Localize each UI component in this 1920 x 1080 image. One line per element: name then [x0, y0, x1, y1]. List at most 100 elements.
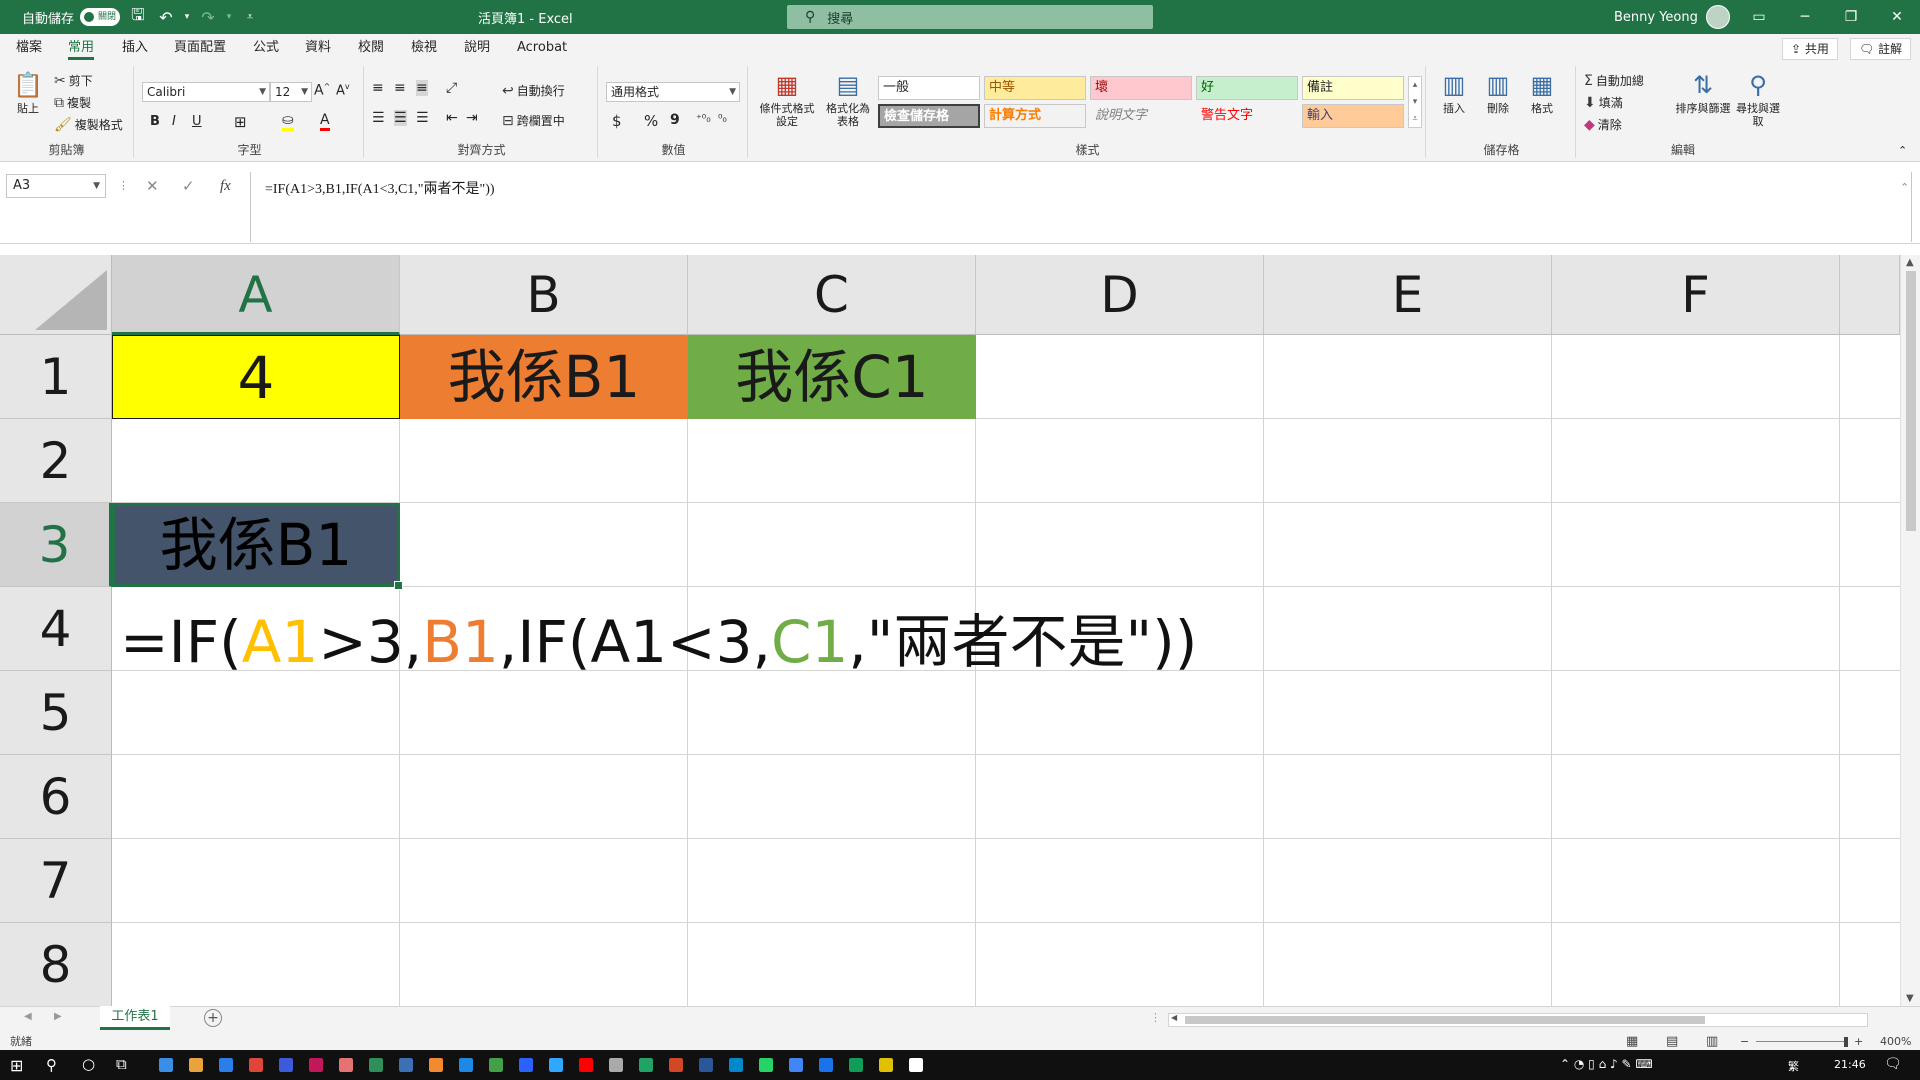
taskbar-search-icon[interactable]: ⚲ [46, 1056, 57, 1074]
windows-start-icon[interactable]: ⊞ [10, 1056, 23, 1075]
cell-b1[interactable]: 我係B1 [400, 335, 688, 419]
tab-acrobat[interactable]: Acrobat [517, 34, 567, 62]
style-neutral[interactable]: 中等 [984, 76, 1086, 100]
taskbar-app-icon[interactable] [789, 1058, 803, 1072]
taskbar-app-icon[interactable] [189, 1058, 203, 1072]
cut-button[interactable]: ✂ 剪下 [54, 72, 93, 89]
scroll-down-icon[interactable]: ▼ [1906, 993, 1914, 1004]
autosave-toggle[interactable]: 關閉 [80, 8, 121, 26]
borders-icon[interactable]: ⊞ [234, 113, 247, 131]
tab-data[interactable]: 資料 [305, 34, 331, 62]
cell-a1[interactable]: 4 [112, 335, 400, 419]
minimize-icon[interactable]: ─ [1782, 0, 1828, 34]
align-middle-icon[interactable]: ≡ [394, 80, 406, 96]
align-center-icon[interactable]: ☰ [394, 110, 407, 126]
increase-indent-icon[interactable]: ⇥ [466, 110, 478, 126]
tab-file[interactable]: 檔案 [16, 34, 42, 62]
tab-insert[interactable]: 插入 [122, 34, 148, 62]
add-sheet-button[interactable]: + [204, 1009, 222, 1027]
zoom-in-icon[interactable]: + [1854, 1034, 1863, 1050]
style-input[interactable]: 輸入 [1302, 104, 1404, 128]
column-header-e[interactable]: E [1264, 255, 1552, 335]
bold-button[interactable]: B [150, 114, 160, 129]
taskbar-app-icon[interactable] [369, 1058, 383, 1072]
tab-view[interactable]: 檢視 [411, 34, 437, 62]
format-painter-button[interactable]: 🖌 複製格式 [54, 116, 123, 133]
currency-button[interactable]: $ [612, 112, 622, 130]
format-cells-button[interactable]: ▦ 格式 [1522, 70, 1562, 115]
fill-handle[interactable] [394, 581, 403, 590]
taskbar-app-icon[interactable] [309, 1058, 323, 1072]
taskbar-app-icon[interactable] [429, 1058, 443, 1072]
style-warning[interactable]: 警告文字 [1196, 104, 1298, 128]
taskbar-app-icon[interactable] [729, 1058, 743, 1072]
row-header-7[interactable]: 7 [0, 839, 112, 923]
scroll-left-icon[interactable]: ◀ [1171, 1013, 1177, 1022]
delete-cells-button[interactable]: ▥ 刪除 [1478, 70, 1518, 115]
column-header-a[interactable]: A [112, 255, 400, 335]
tab-help[interactable]: 說明 [464, 34, 490, 62]
decrease-decimal-icon[interactable]: ⁰₀ [718, 112, 727, 125]
taskbar-app-icon[interactable] [909, 1058, 923, 1072]
zoom-level[interactable]: 400% [1880, 1034, 1911, 1050]
ime-indicator[interactable]: 繁 [1788, 1058, 1799, 1074]
search-box[interactable]: ⚲ 搜尋 [787, 5, 1153, 29]
restore-icon[interactable]: ❐ [1828, 0, 1874, 34]
row-header-5[interactable]: 5 [0, 671, 112, 755]
italic-button[interactable]: I [172, 114, 176, 129]
autosave[interactable]: 自動儲存 關閉 [22, 0, 121, 34]
column-header-partial[interactable] [1840, 255, 1900, 335]
taskbar-app-icon[interactable] [609, 1058, 623, 1072]
taskbar-app-icon[interactable] [759, 1058, 773, 1072]
normal-view-icon[interactable]: ▦ [1626, 1034, 1638, 1050]
user-name[interactable]: Benny Yeong [1614, 10, 1698, 25]
taskbar-app-icon[interactable] [669, 1058, 683, 1072]
align-right-icon[interactable]: ☰ [416, 110, 429, 126]
taskbar-app-icon[interactable] [579, 1058, 593, 1072]
increase-decimal-icon[interactable]: ⁺⁰₀ [696, 112, 711, 125]
select-all-button[interactable] [0, 255, 112, 335]
enter-icon[interactable]: ✓ [182, 174, 195, 198]
customize-toolbar-icon[interactable]: ⩡ [236, 0, 264, 34]
taskbar-app-icon[interactable] [639, 1058, 653, 1072]
cortana-icon[interactable]: ○ [82, 1055, 95, 1073]
font-size-combo[interactable]: 12 ▼ [270, 82, 312, 102]
collapse-ribbon-icon[interactable]: ⌃ [1898, 144, 1907, 157]
row-header-8[interactable]: 8 [0, 923, 112, 1007]
font-color-icon[interactable]: A [320, 112, 330, 131]
taskbar-app-icon[interactable] [339, 1058, 353, 1072]
percent-button[interactable]: % [644, 112, 658, 130]
orientation-icon[interactable]: ⤢ [446, 80, 457, 96]
vertical-scrollbar[interactable]: ▲ ▼ [1900, 255, 1920, 1006]
clock[interactable]: 21:46 [1834, 1058, 1866, 1071]
taskbar-app-icon[interactable] [549, 1058, 563, 1072]
notification-icon[interactable]: 🗨 [1884, 1056, 1902, 1072]
row-header-2[interactable]: 2 [0, 419, 112, 503]
undo-icon[interactable]: ↶ [152, 0, 180, 34]
comma-button[interactable]: 9 [670, 112, 680, 128]
taskbar-app-icon[interactable] [699, 1058, 713, 1072]
column-header-b[interactable]: B [400, 255, 688, 335]
formula-input[interactable]: =IF(A1>3,B1,IF(A1<3,C1,"兩者不是")) [250, 172, 1912, 242]
number-format-combo[interactable]: 通用格式 ▼ [606, 82, 740, 102]
underline-button[interactable]: U [192, 114, 202, 129]
style-check-cell[interactable]: 檢查儲存格 [878, 104, 980, 128]
fill-button[interactable]: ⬇ 填滿 [1584, 94, 1623, 111]
tab-review[interactable]: 校閱 [358, 34, 384, 62]
column-header-c[interactable]: C [688, 255, 976, 335]
taskbar-app-icon[interactable] [279, 1058, 293, 1072]
close-icon[interactable]: ✕ [1874, 0, 1920, 34]
wrap-text-button[interactable]: ↩ 自動換行 [502, 82, 565, 99]
zoom-slider[interactable] [1756, 1041, 1848, 1042]
page-layout-icon[interactable]: ▤ [1666, 1034, 1678, 1050]
zoom-slider-thumb[interactable] [1844, 1037, 1848, 1047]
avatar[interactable] [1705, 5, 1730, 29]
styles-scroll-icon[interactable]: ▴ ▾ ⩡ [1408, 76, 1422, 128]
format-as-table-button[interactable]: ▤ 格式化為表格 [822, 70, 874, 128]
taskbar-app-icon[interactable] [459, 1058, 473, 1072]
next-sheet-icon[interactable]: ▶ [54, 1011, 62, 1022]
insert-cells-button[interactable]: ▥ 插入 [1434, 70, 1474, 115]
name-box[interactable]: A3 ▼ [6, 174, 106, 198]
style-bad[interactable]: 壞 [1090, 76, 1192, 100]
paste-button[interactable]: 📋 貼上 [8, 70, 48, 115]
